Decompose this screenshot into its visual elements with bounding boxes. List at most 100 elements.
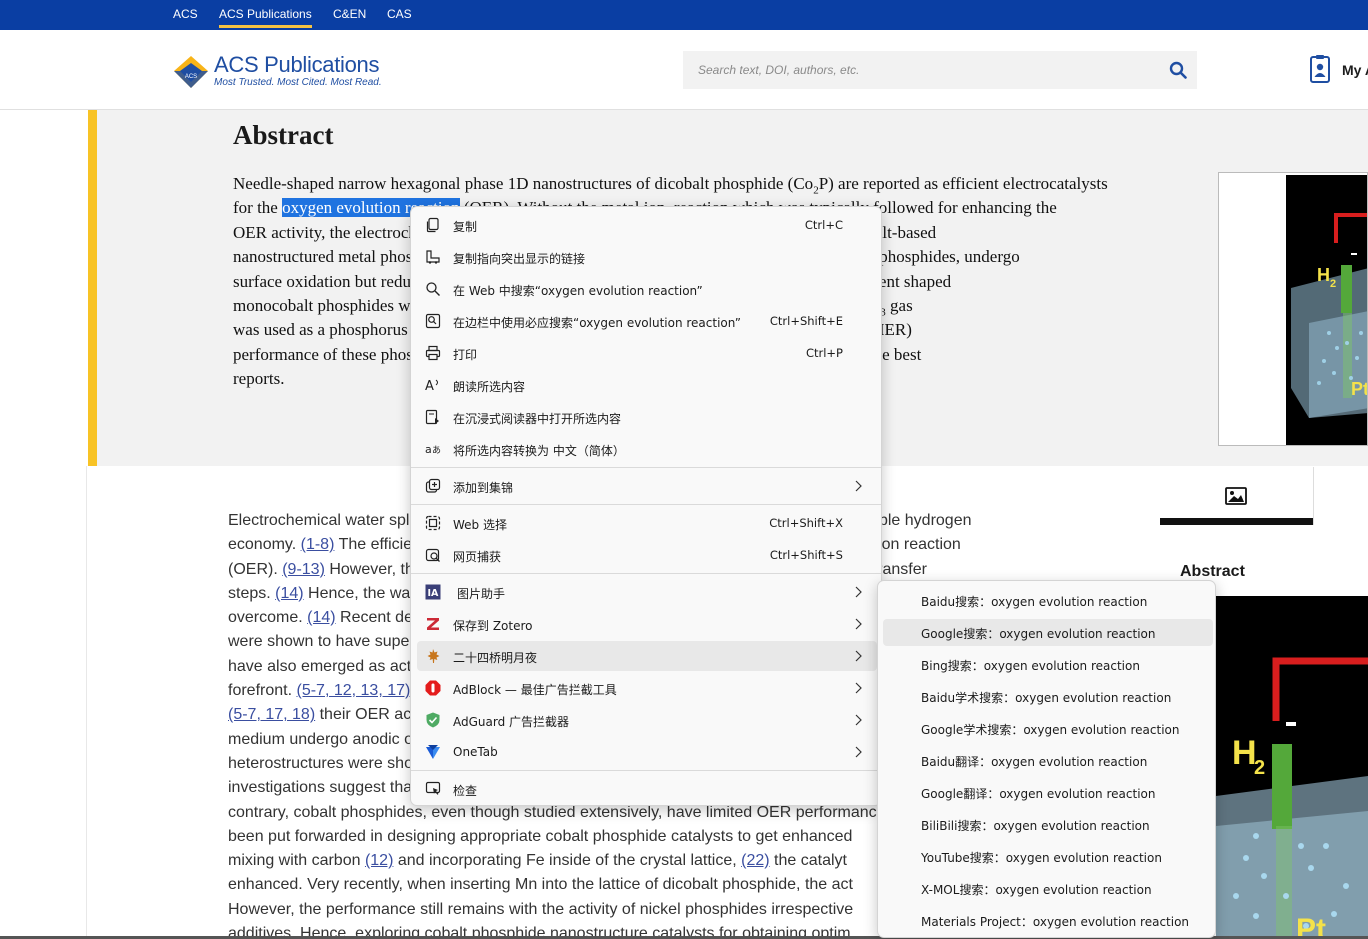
svg-text:Pt: Pt — [1351, 379, 1368, 399]
menu-item-copy[interactable]: 复制 Ctrl+C — [417, 210, 877, 240]
submenu-item-baidu-scholar[interactable]: Baidu学术搜索：oxygen evolution reaction — [883, 683, 1213, 710]
menu-item-inspect[interactable]: 检查 — [417, 774, 877, 804]
adguard-icon — [426, 712, 440, 728]
svg-text:あ: あ — [432, 445, 441, 456]
tab-figures[interactable] — [1160, 467, 1313, 525]
menu-item-image-assistant[interactable]: IA 图片助手 — [417, 577, 877, 607]
menu-item-read-aloud[interactable]: A 朗读所选内容 — [417, 370, 877, 400]
abstract-heading: Abstract — [233, 120, 334, 150]
chevron-right-icon — [855, 618, 862, 630]
toc-graphic[interactable]: H 2 Pt — [1218, 172, 1368, 446]
body-text-segment: the catalyt — [769, 852, 847, 870]
citation-link[interactable]: (14) — [307, 609, 335, 626]
my-account-link[interactable]: My A — [1342, 62, 1368, 78]
body-text-segment: economy. — [228, 536, 301, 554]
logo-text: ACS Publications — [214, 52, 380, 77]
menu-item-web-search[interactable]: 在 Web 中搜索“oxygen evolution reaction” — [417, 274, 877, 304]
body-text-segment: However, the performance still remains w… — [228, 900, 854, 918]
submenu-item-bilibili-search[interactable]: BiliBili搜索：oxygen evolution reaction — [883, 811, 1213, 838]
submenu-item-google-scholar[interactable]: Google学术搜索：oxygen evolution reaction — [883, 715, 1213, 742]
menu-item-adguard[interactable]: AdGuard 广告拦截器 — [417, 705, 877, 735]
read-aloud-icon: A — [425, 379, 438, 393]
submenu-item-materials-project[interactable]: Materials Project：oxygen evolution react… — [883, 907, 1213, 934]
abstract-graphic-image: H 2 Pt — [1216, 596, 1368, 939]
menu-item-sidebar-search[interactable]: 在边栏中使用必应搜索“oxygen evolution reaction” Ctr… — [417, 306, 877, 336]
menu-item-translate[interactable]: aあ 将所选内容转换为 中文（简体） — [417, 434, 877, 464]
citation-link[interactable]: (12) — [365, 852, 393, 869]
body-text-segment: contrary, cobalt phosphides, even though… — [228, 803, 886, 821]
web-capture-icon — [425, 548, 440, 562]
search-input[interactable] — [683, 51, 1153, 89]
site-header: ACS ACS Publications Most Trusted. Most … — [0, 30, 1368, 110]
tab-separator — [1313, 467, 1314, 525]
search-submenu: Baidu搜索：oxygen evolution reaction Google… — [877, 580, 1216, 938]
citation-link[interactable]: (9-13) — [282, 561, 325, 578]
chevron-right-icon — [855, 586, 862, 598]
svg-text:A: A — [425, 379, 434, 393]
topnav-acs[interactable]: ACS — [173, 7, 198, 21]
body-text-segment: been put forwarded in designing appropri… — [228, 827, 853, 845]
abstract-line: Needle-shaped narrow hexagonal phase 1D … — [233, 174, 1108, 197]
body-text-segment: (OER). — [228, 560, 283, 578]
chevron-right-icon — [855, 746, 862, 758]
zotero-icon — [427, 618, 439, 630]
svg-text:2: 2 — [1254, 757, 1265, 779]
account-icon[interactable] — [1310, 54, 1330, 84]
menu-item-web-capture[interactable]: 网页捕获 Ctrl+Shift+S — [417, 540, 877, 570]
citation-link[interactable]: (22) — [741, 852, 769, 869]
menu-item-onetab[interactable]: OneTab — [417, 737, 877, 767]
chevron-right-icon — [855, 480, 862, 492]
search-icon[interactable] — [1169, 61, 1187, 79]
chevron-right-icon — [855, 682, 862, 694]
copy-icon — [426, 217, 439, 233]
submenu-item-youtube-search[interactable]: YouTube搜索：oxygen evolution reaction — [883, 843, 1213, 870]
menu-item-copy-link[interactable]: 复制指向突出显示的链接 — [417, 242, 877, 272]
submenu-item-google-translate[interactable]: Google翻译：oxygen evolution reaction — [883, 779, 1213, 806]
menu-item-adblock[interactable]: AdBlock — 最佳广告拦截工具 — [417, 673, 877, 703]
svg-text:ACS: ACS — [185, 74, 197, 80]
onetab-icon — [426, 745, 440, 759]
topnav-acs-publications[interactable]: ACS Publications — [219, 7, 312, 28]
submenu-item-bing-search[interactable]: Bing搜索：oxygen evolution reaction — [883, 651, 1213, 678]
topnav-cen[interactable]: C&EN — [333, 7, 366, 21]
submenu-item-xmol-search[interactable]: X-MOL搜索：oxygen evolution reaction — [883, 875, 1213, 902]
toc-h2-label: H — [1317, 265, 1330, 285]
search-box — [683, 51, 1197, 89]
menu-item-print[interactable]: 打印 Ctrl+P — [417, 338, 877, 368]
citation-link[interactable]: (5-7, 12, 13, 17) — [296, 682, 410, 699]
search-icon — [426, 282, 440, 296]
graphic-h2-label: H — [1232, 734, 1257, 772]
menu-item-immersive-reader[interactable]: 在沉浸式阅读器中打开所选内容 — [417, 402, 877, 432]
svg-text:a: a — [425, 443, 432, 456]
image-assistant-icon: IA — [425, 584, 441, 600]
abstract-accent-bar — [88, 110, 97, 466]
menu-item-web-select[interactable]: Web 选择 Ctrl+Shift+X — [417, 508, 877, 538]
submenu-item-baidu-translate[interactable]: Baidu翻译：oxygen evolution reaction — [883, 747, 1213, 774]
citation-link[interactable]: (5-7, 17, 18) — [228, 706, 315, 723]
top-nav-bar: ACS ACS Publications C&EN CAS — [0, 0, 1368, 30]
svg-text:2: 2 — [1330, 278, 1336, 290]
body-text-segment: and incorporating Fe inside of the cryst… — [393, 852, 742, 870]
submenu-item-baidu-search[interactable]: Baidu搜索：oxygen evolution reaction — [883, 587, 1213, 614]
submenu-item-google-search[interactable]: Google搜索：oxygen evolution reaction — [883, 619, 1213, 646]
context-menu: 复制 Ctrl+C 复制指向突出显示的链接 在 Web 中搜索“oxygen ev… — [410, 206, 882, 806]
right-abstract-label: Abstract — [1180, 563, 1245, 580]
menu-item-zotero[interactable]: 保存到 Zotero — [417, 609, 877, 639]
abstract-graphic[interactable]: H 2 Pt — [1216, 596, 1368, 939]
chevron-right-icon — [855, 650, 862, 662]
menu-separator — [411, 573, 881, 574]
citation-link[interactable]: (14) — [275, 585, 303, 602]
sidebar-search-icon — [425, 313, 441, 329]
topnav-cas[interactable]: CAS — [387, 7, 412, 21]
acs-logo-icon: ACS — [174, 56, 208, 88]
toc-graphic-image: H 2 Pt — [1286, 175, 1368, 445]
maple-leaf-icon — [427, 649, 440, 663]
menu-item-ershisi-qiao[interactable]: 二十四桥明月夜 — [417, 641, 877, 671]
citation-link[interactable]: (1-8) — [301, 536, 335, 553]
acs-logo[interactable]: ACS ACS Publications Most Trusted. Most … — [172, 52, 382, 92]
menu-separator — [411, 770, 881, 771]
menu-item-add-to-collections[interactable]: 添加到集锦 — [417, 471, 877, 501]
print-icon — [425, 345, 441, 361]
menu-separator — [411, 467, 881, 468]
body-text-segment: mixing with carbon — [228, 852, 365, 870]
